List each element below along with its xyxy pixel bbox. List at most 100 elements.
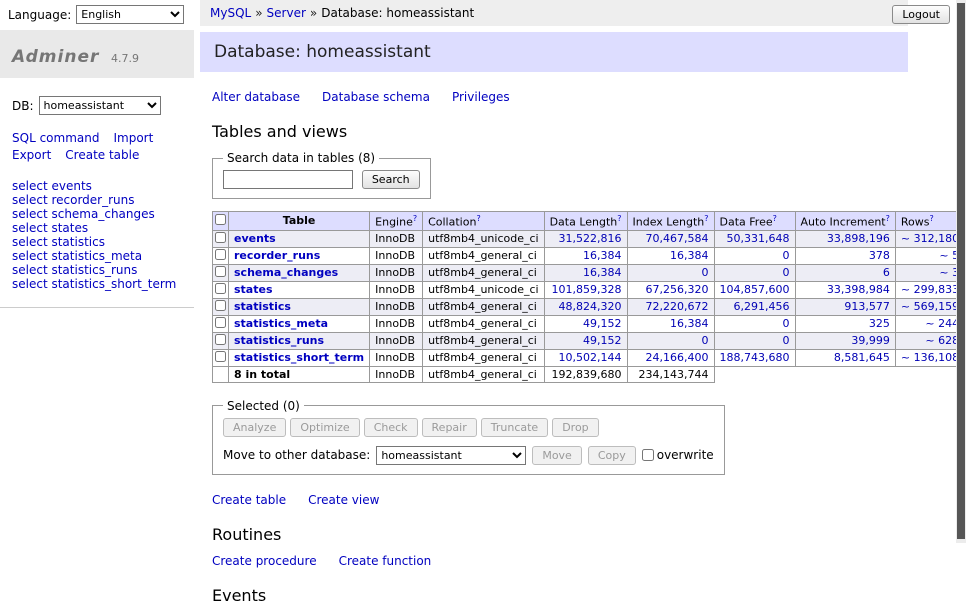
move-button[interactable]: Move <box>532 446 582 465</box>
sidebar-table-link[interactable]: select statistics_meta <box>12 249 182 263</box>
row-checkbox-cell <box>213 332 229 349</box>
row-checkbox[interactable] <box>215 300 226 311</box>
auto-increment-cell: 6 <box>795 264 895 281</box>
table-name-link[interactable]: schema_changes <box>234 266 338 279</box>
overwrite-label: overwrite <box>657 448 714 462</box>
collation-cell: utf8mb4_general_ci <box>423 247 544 264</box>
row-checkbox-cell <box>213 349 229 366</box>
selected-fieldset: Selected (0) AnalyzeOptimizeCheckRepairT… <box>212 399 725 475</box>
routine-link[interactable]: Create function <box>339 554 432 568</box>
scrollbar-thumb[interactable] <box>957 3 965 539</box>
create-link[interactable]: Create table <box>212 493 286 507</box>
rows-cell: ~ 569,159 <box>895 298 964 315</box>
selected-action-button[interactable]: Truncate <box>481 418 548 437</box>
row-checkbox[interactable] <box>215 232 226 243</box>
selected-action-button[interactable]: Drop <box>552 418 598 437</box>
vertical-scrollbar[interactable] <box>956 0 966 543</box>
db-action-link[interactable]: Alter database <box>212 90 300 104</box>
column-header-collation: Collation? <box>423 212 544 231</box>
row-checkbox[interactable] <box>215 334 226 345</box>
collation-cell: utf8mb4_general_ci <box>423 315 544 332</box>
events-heading: Events <box>212 586 908 605</box>
column-help-link[interactable]: ? <box>413 214 417 223</box>
sidebar-table-link[interactable]: select schema_changes <box>12 207 182 221</box>
move-db-select[interactable]: homeassistant <box>376 446 526 465</box>
sidebar-command-link[interactable]: Import <box>113 131 153 146</box>
column-help-link[interactable]: ? <box>476 214 480 223</box>
table-name-link[interactable]: statistics_runs <box>234 334 324 347</box>
data-free-cell: 6,291,456 <box>714 298 795 315</box>
search-button[interactable]: Search <box>362 170 420 189</box>
row-checkbox[interactable] <box>215 283 226 294</box>
collation-cell: utf8mb4_general_ci <box>423 332 544 349</box>
sidebar-table-link[interactable]: select statistics <box>12 235 182 249</box>
table-name-link[interactable]: recorder_runs <box>234 249 320 262</box>
column-help-link[interactable]: ? <box>929 214 933 223</box>
row-checkbox[interactable] <box>215 266 226 277</box>
create-links: Create table Create view <box>212 493 908 507</box>
db-action-link[interactable]: Privileges <box>452 90 510 104</box>
row-checkbox[interactable] <box>215 249 226 260</box>
collation-cell: utf8mb4_general_ci <box>423 298 544 315</box>
column-help-link[interactable]: ? <box>704 214 708 223</box>
select-all-cell <box>213 212 229 231</box>
main-content: Database: homeassistant Alter databaseDa… <box>200 32 908 615</box>
sidebar-table-links: select eventsselect recorder_runsselect … <box>0 179 194 308</box>
rows-cell: ~ 628 <box>895 332 964 349</box>
search-input[interactable] <box>223 170 353 189</box>
tables-body: eventsInnoDButf8mb4_unicode_ci31,522,816… <box>213 230 966 366</box>
column-help-link[interactable]: ? <box>773 214 777 223</box>
sidebar-table-link[interactable]: select states <box>12 221 182 235</box>
table-name-link[interactable]: statistics_short_term <box>234 351 364 364</box>
select-all-checkbox[interactable] <box>215 214 226 225</box>
sidebar-command-link[interactable]: Create table <box>65 148 139 163</box>
table-name-link[interactable]: statistics <box>234 300 291 313</box>
create-link[interactable]: Create view <box>308 493 379 507</box>
sidebar-command-link[interactable]: SQL command <box>12 131 99 146</box>
rows-cell: ~ 5 <box>895 247 964 264</box>
sidebar: Adminer 4.7.9 DB: homeassistant SQL comm… <box>0 30 194 308</box>
collation-cell: utf8mb4_unicode_ci <box>423 230 544 247</box>
breadcrumb-link[interactable]: MySQL <box>210 6 251 20</box>
column-header-data-length: Data Length? <box>544 212 627 231</box>
table-row: schema_changesInnoDButf8mb4_general_ci16… <box>213 264 966 281</box>
language-select[interactable]: English <box>76 5 184 24</box>
db-select[interactable]: homeassistant <box>39 96 161 115</box>
selected-action-button[interactable]: Analyze <box>223 418 286 437</box>
selected-action-button[interactable]: Optimize <box>290 418 359 437</box>
selected-action-button[interactable]: Repair <box>422 418 477 437</box>
overwrite-checkbox[interactable] <box>642 449 654 461</box>
table-name-link[interactable]: states <box>234 283 273 296</box>
rows-cell: ~ 136,108 <box>895 349 964 366</box>
table-name-cell: schema_changes <box>229 264 370 281</box>
row-checkbox[interactable] <box>215 351 226 362</box>
sidebar-table-link[interactable]: select recorder_runs <box>12 193 182 207</box>
data-length-cell: 101,859,328 <box>544 281 627 298</box>
logout-button[interactable]: Logout <box>892 5 950 24</box>
routine-link[interactable]: Create procedure <box>212 554 317 568</box>
column-header-data-free: Data Free? <box>714 212 795 231</box>
row-checkbox-cell <box>213 298 229 315</box>
auto-increment-cell: 8,581,645 <box>795 349 895 366</box>
breadcrumb-link[interactable]: Server <box>267 6 306 20</box>
index-length-cell: 16,384 <box>627 315 714 332</box>
table-name-link[interactable]: events <box>234 232 276 245</box>
row-checkbox[interactable] <box>215 317 226 328</box>
sidebar-table-link[interactable]: select statistics_runs <box>12 263 182 277</box>
app-name: Adminer <box>12 47 99 67</box>
column-help-link[interactable]: ? <box>886 214 890 223</box>
selected-action-button[interactable]: Check <box>364 418 418 437</box>
db-action-link[interactable]: Database schema <box>322 90 430 104</box>
data-length-cell: 48,824,320 <box>544 298 627 315</box>
table-row: recorder_runsInnoDButf8mb4_general_ci16,… <box>213 247 966 264</box>
sidebar-command-link[interactable]: Export <box>12 148 51 163</box>
column-help-link[interactable]: ? <box>617 214 621 223</box>
app-version: 4.7.9 <box>111 52 139 65</box>
footer-collation-cell: utf8mb4_general_ci <box>423 366 544 382</box>
column-header-table: Table <box>229 212 370 231</box>
footer-engine-cell: InnoDB <box>370 366 423 382</box>
copy-button[interactable]: Copy <box>588 446 636 465</box>
sidebar-table-link[interactable]: select statistics_short_term <box>12 277 182 291</box>
sidebar-table-link[interactable]: select events <box>12 179 182 193</box>
table-name-link[interactable]: statistics_meta <box>234 317 328 330</box>
